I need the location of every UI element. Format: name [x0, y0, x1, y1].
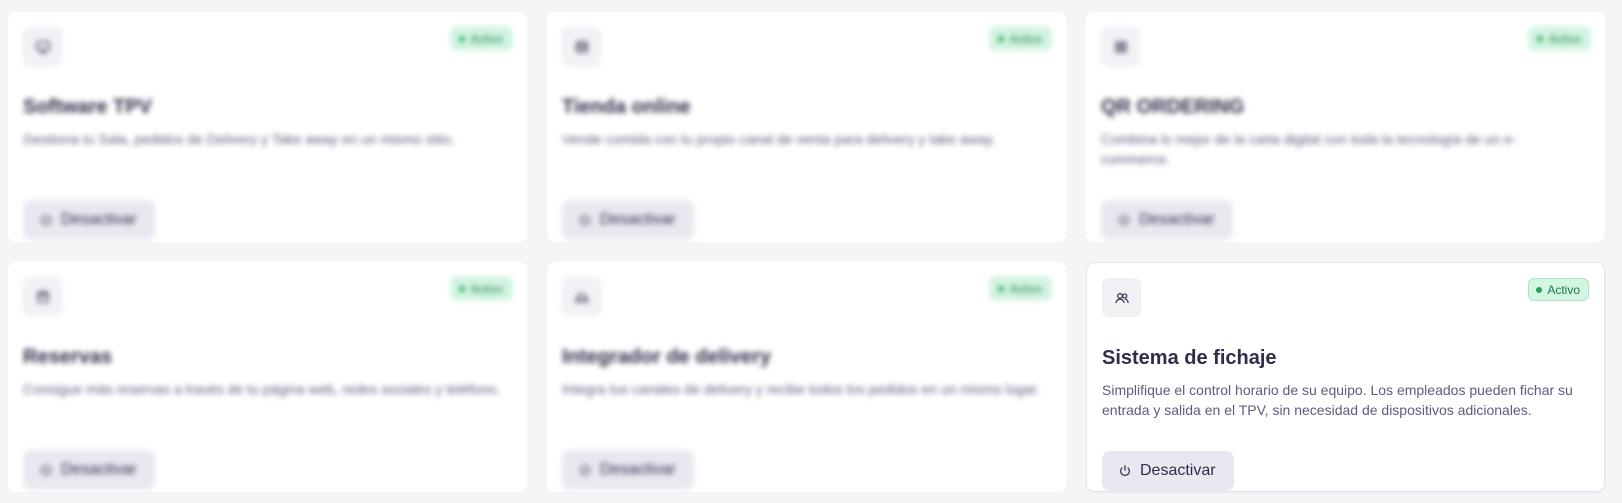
deactivate-button-label: Desactivar — [61, 461, 137, 478]
module-card-integrador-delivery: Activo Integrador de delivery Integra tu… — [547, 262, 1066, 492]
status-dot — [998, 285, 1005, 292]
status-badge-label: Activo — [1009, 281, 1042, 296]
deactivate-button[interactable]: Desactivar — [562, 450, 694, 490]
deactivate-button[interactable]: Desactivar — [23, 450, 155, 490]
module-card-software-tpv: Activo Software TPV Gestiona tu Sala, pe… — [8, 12, 527, 242]
power-icon — [1118, 214, 1130, 226]
power-icon — [579, 464, 591, 476]
deactivate-button[interactable]: Desactivar — [562, 200, 694, 240]
module-title: Sistema de fichaje — [1102, 347, 1277, 369]
status-badge: Activo — [990, 277, 1051, 300]
module-description: Simplifique el control horario de su equ… — [1102, 382, 1573, 418]
status-badge-label: Activo — [1009, 31, 1042, 46]
deactivate-button-label: Desactivar — [600, 461, 676, 478]
deactivate-button-label: Desactivar — [600, 211, 676, 228]
deactivate-button-label: Desactivar — [61, 211, 137, 228]
module-description: Vende comida con tu propio canal de vent… — [562, 131, 996, 147]
status-badge-label: Activo — [470, 281, 503, 296]
power-icon — [1119, 465, 1131, 477]
module-description: Gestiona tu Sala, pedidos de Delivery y … — [23, 131, 455, 147]
module-card-sistema-fichaje: Activo Sistema de fichaje Simplifique el… — [1086, 262, 1605, 492]
status-dot — [459, 35, 466, 42]
status-dot — [998, 35, 1005, 42]
status-badge: Activo — [451, 27, 512, 50]
modules-grid: Activo Software TPV Gestiona tu Sala, pe… — [8, 12, 1605, 492]
module-description: Consigue más reservas a través de tu pág… — [23, 381, 501, 397]
status-badge-label: Activo — [1547, 282, 1580, 297]
status-badge-label: Activo — [1548, 31, 1581, 46]
deactivate-button[interactable]: Desactivar — [23, 200, 155, 240]
module-card-qr-ordering: Activo QR ORDERING Combina lo mejor de l… — [1086, 12, 1605, 242]
deactivate-button[interactable]: Desactivar — [1102, 451, 1234, 491]
deactivate-button-label: Desactivar — [1140, 462, 1216, 479]
calendar-icon — [23, 277, 62, 316]
status-badge-label: Activo — [470, 31, 503, 46]
module-card-tienda-online: Activo Tienda online Vende comida con tu… — [547, 12, 1066, 242]
power-icon — [40, 464, 52, 476]
qr-code-icon — [1101, 27, 1140, 66]
module-title: QR ORDERING — [1101, 96, 1245, 118]
status-badge: Activo — [451, 277, 512, 300]
module-title: Reservas — [23, 346, 112, 368]
module-card-reservas: Activo Reservas Consigue más reservas a … — [8, 262, 527, 492]
status-badge: Activo — [1528, 278, 1589, 301]
module-title: Tienda online — [562, 96, 691, 118]
delivery-scooter-icon — [562, 277, 601, 316]
module-title: Software TPV — [23, 96, 152, 118]
module-description: Integra tus canales de delivery y recibe… — [562, 381, 1040, 397]
deactivate-button[interactable]: Desactivar — [1101, 200, 1233, 240]
deactivate-button-label: Desactivar — [1139, 211, 1215, 228]
users-icon — [1102, 278, 1141, 317]
module-title: Integrador de delivery — [562, 346, 771, 368]
status-dot — [459, 285, 466, 292]
store-icon — [562, 27, 601, 66]
status-dot — [1537, 35, 1544, 42]
status-dot — [1536, 286, 1543, 293]
status-badge: Activo — [1529, 27, 1590, 50]
power-icon — [40, 214, 52, 226]
status-badge: Activo — [990, 27, 1051, 50]
power-icon — [579, 214, 591, 226]
monitor-icon — [23, 27, 62, 66]
module-description: Combina lo mejor de la carta digital con… — [1101, 131, 1517, 167]
